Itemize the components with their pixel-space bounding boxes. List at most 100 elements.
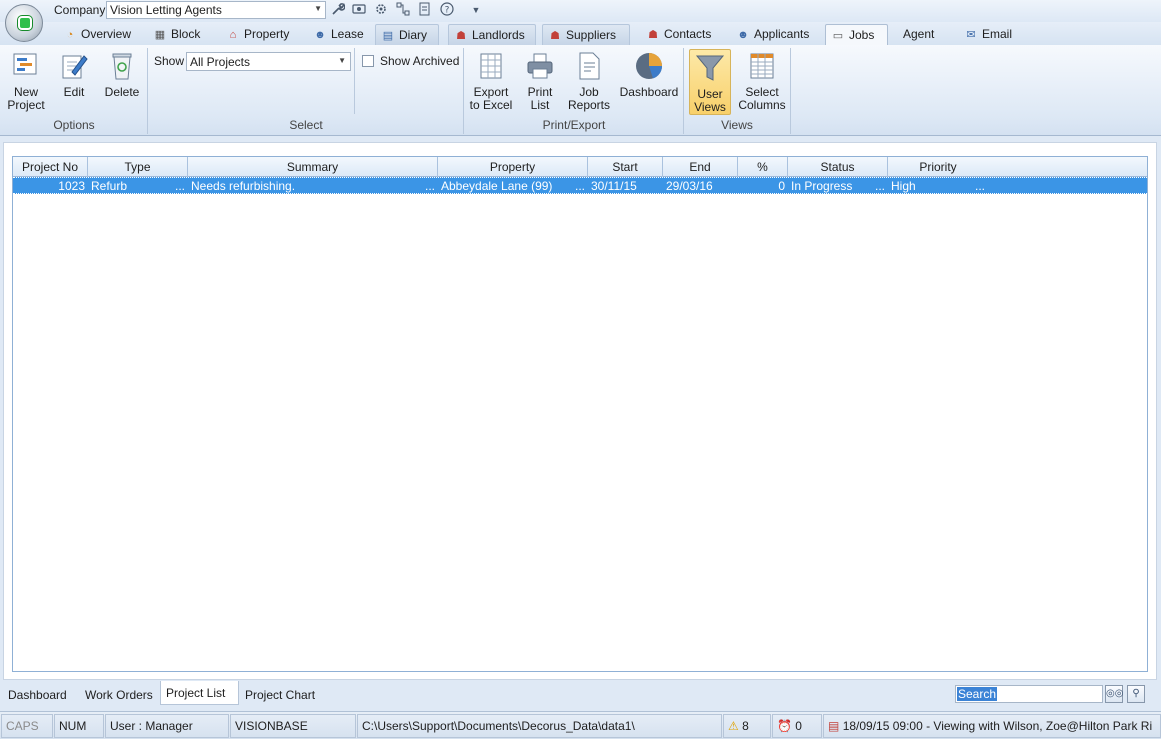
excel-grid-icon [475, 50, 507, 82]
alarm-clock-icon: ⏰ [777, 719, 792, 733]
landlord-icon: ☗ [456, 30, 466, 42]
edit-button[interactable]: Edit [56, 50, 92, 99]
columns-grid-icon [746, 50, 778, 82]
cell-start: 30/11/15 [591, 179, 637, 193]
find-binoculars-icon[interactable]: ◎◎ [1105, 685, 1123, 703]
cell-priority: High... [891, 179, 985, 193]
options-group-label: Options [53, 118, 95, 132]
delete-button[interactable]: Delete [102, 50, 142, 99]
svg-text:?: ? [445, 6, 450, 16]
report-document-icon [573, 50, 605, 82]
cell-end: 29/03/16 [666, 179, 713, 193]
company-label: Company [54, 3, 106, 17]
column-header-type[interactable]: Type [88, 157, 188, 177]
tab-agent[interactable]: Agent [899, 24, 947, 45]
show-projects-value: All Projects [190, 55, 251, 69]
screen-icon[interactable] [351, 2, 367, 18]
quick-access-bar: Company Vision Letting Agents ▼ ? ▼ [0, 0, 1161, 22]
column-header-status[interactable]: Status [788, 157, 888, 177]
tab-contacts[interactable]: ☗ Contacts [641, 24, 721, 45]
contacts-icon: ☗ [648, 29, 658, 41]
settings-gear-icon[interactable] [373, 2, 389, 18]
projects-grid[interactable]: Project No Type Summary Property Start E… [12, 156, 1148, 672]
column-header-project-no[interactable]: Project No [13, 157, 88, 177]
export-to-excel-button[interactable]: Export to Excel [469, 50, 513, 112]
column-header-priority[interactable]: Priority [888, 157, 988, 177]
caps-lock-indicator: CAPS [1, 714, 53, 738]
status-bar: CAPS NUM User : Manager VISIONBASE C:\Us… [0, 711, 1161, 739]
next-diary-event[interactable]: ▤ 18/09/15 09:00 - Viewing with Wilson, … [823, 714, 1161, 738]
tab-lease[interactable]: ☻ Lease [308, 24, 368, 45]
views-group-label: Views [721, 118, 753, 132]
block-icon: ▦ [154, 29, 166, 41]
tab-diary[interactable]: ▤ Diary [375, 24, 439, 45]
warnings-indicator[interactable]: ⚠ 8 [723, 714, 771, 738]
pie-chart-icon [633, 50, 665, 82]
current-user: User : Manager [105, 714, 229, 738]
application-menu-button[interactable] [5, 4, 43, 42]
bottom-tab-project-chart[interactable]: Project Chart [240, 685, 320, 707]
tab-suppliers[interactable]: ☗ Suppliers [542, 24, 630, 45]
search-input[interactable]: Search [955, 685, 1103, 703]
calendar-icon: ▤ [828, 719, 840, 733]
dashboard-button[interactable]: Dashboard [618, 50, 680, 99]
company-value: Vision Letting Agents [110, 3, 222, 17]
tab-property[interactable]: ⌂ Property [221, 24, 299, 45]
data-path: C:\Users\Support\Documents\Decorus_Data\… [357, 714, 722, 738]
funnel-filter-icon [694, 52, 726, 84]
export-icon[interactable] [417, 2, 433, 18]
search-input-text: Search [957, 687, 998, 701]
cell-status: In Progress... [791, 179, 885, 193]
tab-email[interactable]: ✉ Email [959, 24, 1019, 45]
cell-summary: Needs refurbishing.... [191, 179, 435, 193]
new-project-button[interactable]: New Project [6, 50, 46, 112]
cell-project-no: 1023 [58, 179, 85, 193]
new-project-icon [10, 50, 42, 82]
table-row[interactable]: 1023 Refurb... Needs refurbishing.... Ab… [13, 177, 1147, 194]
company-select[interactable]: Vision Letting Agents ▼ [106, 1, 326, 19]
help-icon[interactable]: ? [439, 2, 455, 18]
tab-block[interactable]: ▦ Block [148, 24, 210, 45]
bottom-tab-work-orders[interactable]: Work Orders [80, 685, 158, 707]
advanced-search-icon[interactable]: ⚲ [1127, 685, 1145, 703]
tab-overview[interactable]: ◔ Overview [58, 24, 136, 45]
overview-icon: ◔ [66, 29, 74, 41]
customize-dropdown-icon[interactable]: ▼ [468, 2, 484, 18]
cell-percent: 0 [778, 179, 785, 193]
column-header-property[interactable]: Property [438, 157, 588, 177]
wrench-icon[interactable] [330, 2, 346, 18]
column-header-percent[interactable]: % [738, 157, 788, 177]
column-header-summary[interactable]: Summary [188, 157, 438, 177]
show-projects-select[interactable]: All Projects ▼ [186, 52, 351, 71]
bottom-tab-dashboard[interactable]: Dashboard [3, 685, 72, 707]
column-header-start[interactable]: Start [588, 157, 663, 177]
chevron-down-icon: ▼ [338, 56, 346, 65]
tab-jobs[interactable]: ▭ Jobs [825, 24, 888, 46]
app-logo-icon [18, 16, 32, 30]
print-list-button[interactable]: Print List [520, 50, 560, 112]
alarms-indicator[interactable]: ⏰ 0 [772, 714, 822, 738]
cell-type: Refurb... [91, 179, 185, 193]
main-tab-row: ◔ Overview ▦ Block ⌂ Property ☻ Lease ▤ Diary… [0, 22, 1161, 46]
select-columns-button[interactable]: Select Columns [736, 50, 788, 112]
num-lock-indicator: NUM [54, 714, 104, 738]
show-label: Show [154, 54, 185, 68]
show-archived-checkbox[interactable] [362, 55, 374, 67]
user-views-button[interactable]: User Views [689, 49, 731, 115]
print-export-group-label: Print/Export [542, 118, 606, 132]
printer-icon [524, 50, 556, 82]
supplier-icon: ☗ [550, 30, 560, 42]
tab-landlords[interactable]: ☗ Landlords [448, 24, 536, 45]
network-icon[interactable] [395, 2, 411, 18]
database-name: VISIONBASE [230, 714, 356, 738]
edit-pencil-icon [58, 50, 90, 82]
cell-property: Abbeydale Lane (99)... [441, 179, 585, 193]
applicants-icon: ☻ [737, 29, 749, 41]
column-header-end[interactable]: End [663, 157, 738, 177]
job-reports-button[interactable]: Job Reports [566, 50, 612, 112]
warning-triangle-icon: ⚠ [728, 719, 739, 733]
bottom-tab-project-list[interactable]: Project List [160, 681, 239, 705]
tab-applicants[interactable]: ☻ Applicants [731, 24, 819, 45]
people-icon: ☻ [314, 29, 326, 41]
email-icon: ✉ [966, 29, 976, 41]
